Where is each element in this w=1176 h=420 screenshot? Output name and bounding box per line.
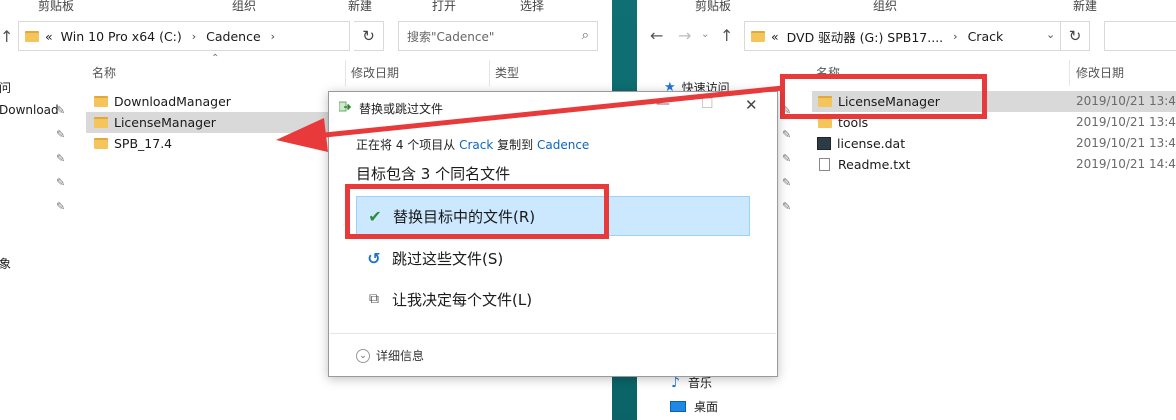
arrow-head — [276, 118, 328, 152]
arrow-shaft — [314, 85, 784, 139]
annotation-arrow — [276, 85, 784, 152]
